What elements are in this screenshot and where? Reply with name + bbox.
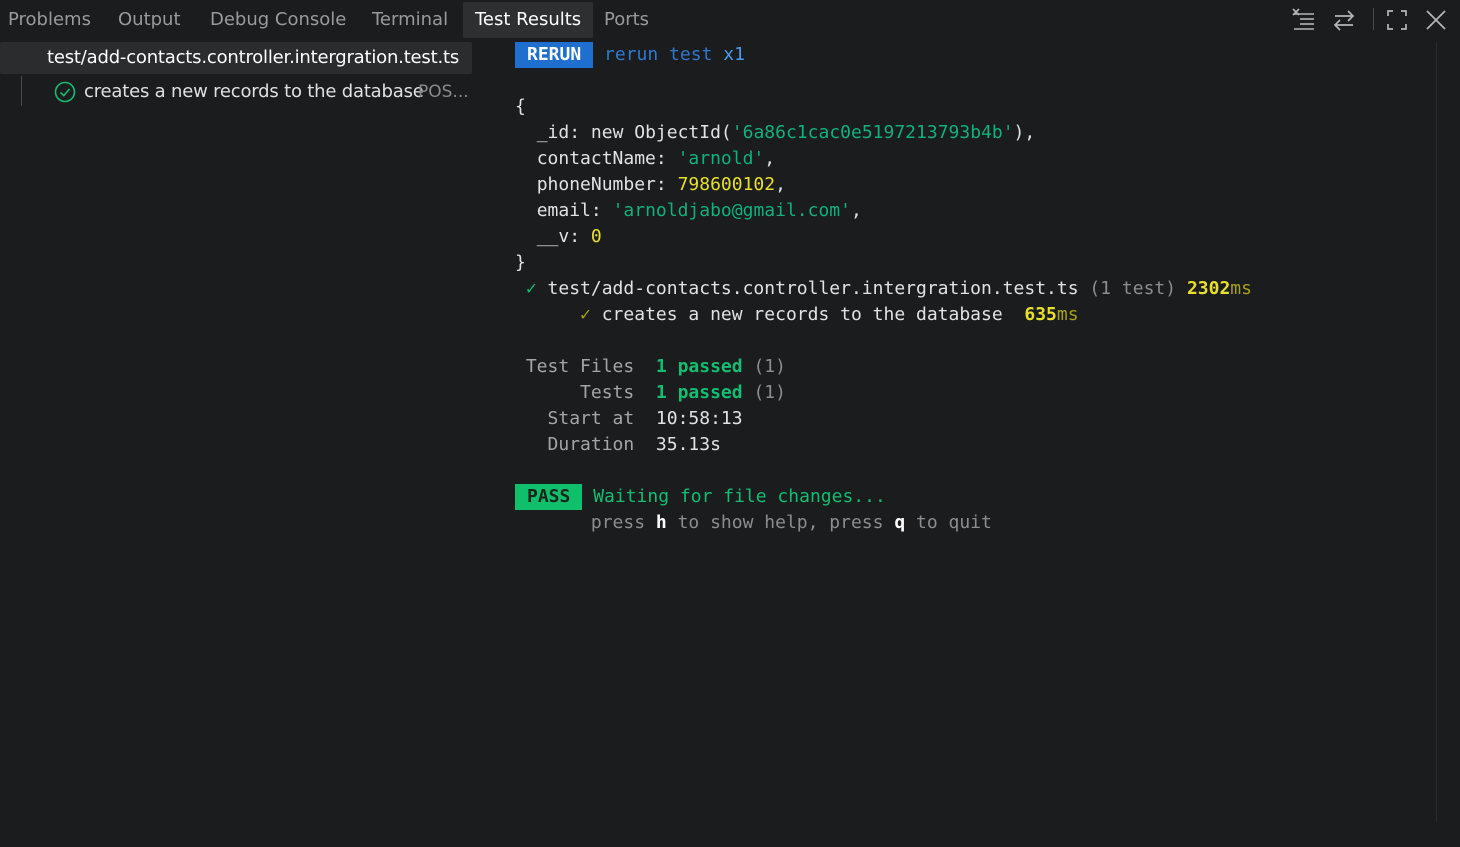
- panel-tab-bar: Problems Output Debug Console Terminal T…: [0, 0, 1460, 40]
- email-value: 'arnoldjabo@gmail.com': [612, 200, 851, 221]
- summary-files-count: (1): [753, 356, 786, 377]
- tab-problems[interactable]: Problems: [8, 2, 91, 38]
- rerun-count: x1: [723, 44, 745, 65]
- id-close: ),: [1013, 122, 1036, 143]
- summary-start-value: 10:58:13: [655, 408, 743, 429]
- record-email-line: email: 'arnoldjabo@gmail.com',: [515, 198, 862, 224]
- rerun-line: RERUN rerun test x1: [515, 42, 745, 68]
- test-case-label: creates a new records to the database: [84, 81, 424, 102]
- record-v-line: __v: 0: [515, 224, 602, 250]
- help-key-q: q: [894, 512, 906, 533]
- watch-status-line: PASS Waiting for file changes...: [515, 484, 886, 510]
- close-brace: }: [515, 252, 526, 273]
- test-case-item[interactable]: creates a new records to the database PO…: [54, 78, 474, 106]
- record-phone-line: phoneNumber: 798600102,: [515, 172, 786, 198]
- pass-check-circle-icon: [54, 81, 76, 103]
- check-mark-icon: ✓: [580, 304, 591, 325]
- output-scrollbar[interactable]: [1436, 42, 1437, 822]
- phone-value: 798600102: [677, 174, 776, 195]
- comma: ,: [850, 200, 862, 221]
- summary-tests-label: Tests: [580, 382, 635, 403]
- help-line: press h to show help, press q to quit: [515, 510, 992, 536]
- test-case-description: POS...: [418, 82, 469, 102]
- pass-badge: PASS: [515, 484, 583, 510]
- summary-tests-line: Tests 1 passed (1): [515, 380, 786, 406]
- summary-files-label: Test Files: [525, 356, 635, 377]
- record-name-line: contactName: 'arnold',: [515, 146, 775, 172]
- check-mark-icon: ✓: [525, 278, 537, 299]
- test-results-tree: test/add-contacts.controller.intergratio…: [0, 42, 490, 847]
- summary-start-label: Start at: [547, 408, 635, 429]
- v-key: __v:: [536, 226, 581, 247]
- test-file-item[interactable]: test/add-contacts.controller.intergratio…: [0, 42, 472, 74]
- file-result-time: 2302: [1186, 278, 1231, 299]
- close-icon[interactable]: [1422, 6, 1450, 34]
- comma: ,: [775, 174, 786, 195]
- id-key: _id:: [536, 122, 581, 143]
- summary-duration-line: Duration 35.13s: [515, 432, 721, 458]
- id-call: new ObjectId(: [590, 122, 732, 143]
- summary-duration-value: 35.13s: [655, 434, 721, 455]
- tab-output[interactable]: Output: [118, 2, 181, 38]
- phone-key: phoneNumber:: [536, 174, 667, 195]
- file-result-unit: ms: [1230, 278, 1252, 299]
- rerun-text: rerun test: [604, 44, 713, 65]
- help-key-h: h: [655, 512, 667, 533]
- maximize-icon[interactable]: [1383, 6, 1411, 34]
- name-key: contactName:: [536, 148, 667, 169]
- test-result-line: ✓ creates a new records to the database …: [515, 302, 1079, 328]
- tab-terminal[interactable]: Terminal: [372, 2, 448, 38]
- file-result-line: ✓ test/add-contacts.controller.intergrat…: [515, 276, 1252, 302]
- help-text-2: to show help, press: [666, 512, 895, 533]
- comma: ,: [764, 148, 776, 169]
- record-id-line: _id: new ObjectId('6a86c1cac0e5197213793…: [515, 120, 1036, 146]
- summary-tests-value: 1 passed: [655, 382, 743, 403]
- test-result-time: 635: [1024, 304, 1057, 325]
- toolbar-divider: [1373, 8, 1374, 30]
- file-result-path: test/add-contacts.controller.intergratio…: [547, 278, 1079, 299]
- tree-indent-guide: [21, 76, 22, 106]
- summary-files-value: 1 passed: [655, 356, 743, 377]
- test-result-name: creates a new records to the database: [601, 304, 1003, 325]
- summary-duration-label: Duration: [547, 434, 635, 455]
- tab-ports[interactable]: Ports: [604, 2, 649, 38]
- file-result-count: (1 test): [1089, 278, 1177, 299]
- name-value: 'arnold': [677, 148, 765, 169]
- tab-debug-console[interactable]: Debug Console: [210, 2, 346, 38]
- id-value: '6a86c1cac0e5197213793b4b': [731, 122, 1014, 143]
- waiting-text: Waiting for file changes...: [593, 486, 886, 507]
- rerun-badge: RERUN: [515, 42, 594, 68]
- test-file-label: test/add-contacts.controller.intergratio…: [47, 47, 460, 68]
- test-result-unit: ms: [1056, 304, 1079, 325]
- clear-list-icon[interactable]: [1290, 6, 1318, 34]
- help-text-3: to quit: [905, 512, 992, 533]
- email-key: email:: [536, 200, 602, 221]
- tab-test-results[interactable]: Test Results: [463, 2, 594, 38]
- summary-files-line: Test Files 1 passed (1): [515, 354, 786, 380]
- summary-tests-count: (1): [753, 382, 786, 403]
- summary-start-line: Start at 10:58:13: [515, 406, 743, 432]
- v-value: 0: [590, 226, 602, 247]
- open-brace: {: [515, 96, 526, 117]
- help-text-1: press: [590, 512, 656, 533]
- toggle-output-icon[interactable]: [1330, 6, 1358, 34]
